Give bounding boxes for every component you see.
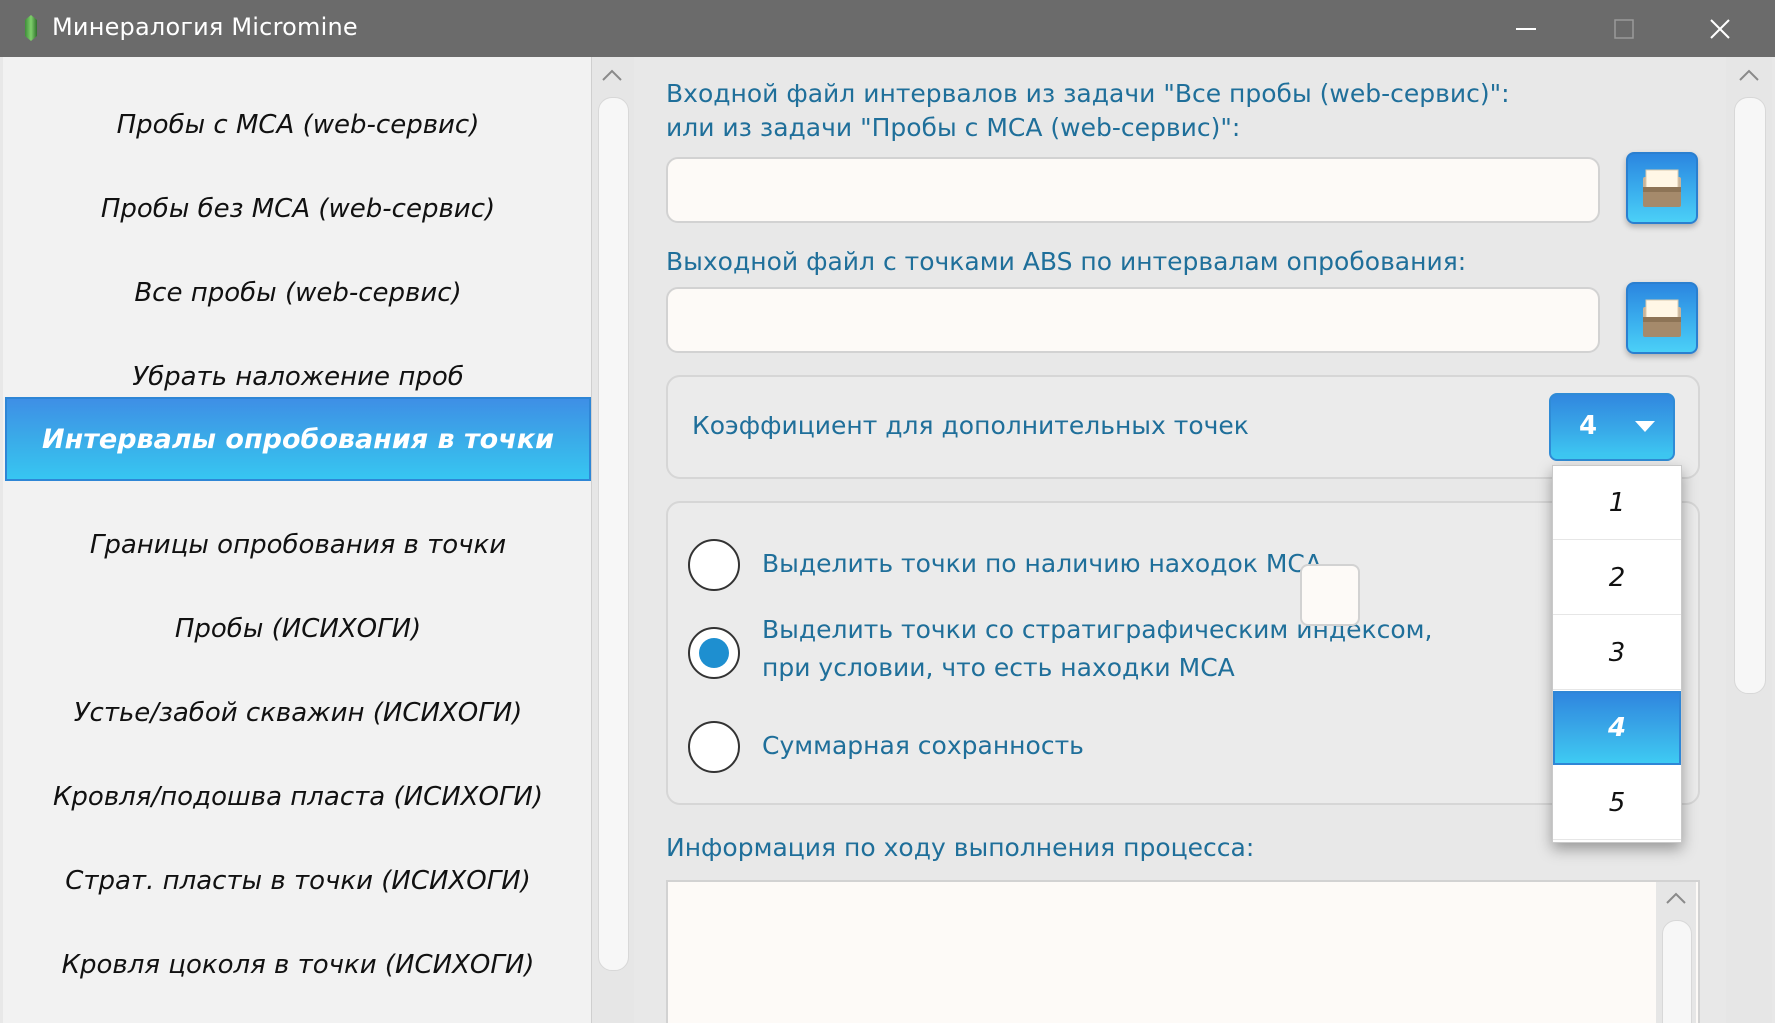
main-scroll-thumb[interactable] bbox=[1734, 97, 1766, 694]
chevron-down-icon bbox=[1635, 421, 1655, 432]
dropdown-option-label: 1 bbox=[1608, 487, 1626, 518]
output-file-label: Выходной файл с точками ABS по интервала… bbox=[666, 247, 1467, 276]
nav-item-label: Убрать наложение проб bbox=[132, 362, 464, 392]
nav-item-sampling-bounds[interactable]: Границы опробования в точки bbox=[5, 504, 591, 586]
output-file-field[interactable] bbox=[666, 287, 1600, 353]
strat-index-field[interactable] bbox=[1300, 564, 1360, 626]
app-window: Минералогия Micromine Пробы с МСА (web-с… bbox=[0, 0, 1775, 1029]
nav-item-label: Интервалы опробования в точки bbox=[42, 423, 554, 455]
nav-item-probes-msa[interactable]: Пробы с МСА (web-сервис) bbox=[5, 84, 591, 166]
input-file-label: Входной файл интервалов из задачи "Все п… bbox=[666, 79, 1510, 108]
dropdown-option-1[interactable]: 1 bbox=[1553, 466, 1681, 540]
info-label: Информация по ходу выполнения процесса: bbox=[666, 833, 1255, 862]
nav-item-label: Кровля/подошва пласта (ИСИХОГИ) bbox=[52, 782, 544, 812]
nav-item-label: Кровля цоколя в точки (ИСИХОГИ) bbox=[61, 950, 535, 980]
main-scrollbar[interactable] bbox=[1726, 57, 1772, 1029]
coefficient-combobox[interactable]: 4 bbox=[1549, 393, 1675, 461]
green-crystal-icon bbox=[24, 15, 38, 45]
progress-info-box[interactable] bbox=[666, 880, 1700, 1029]
task-list-panel: Пробы с МСА (web-сервис) Пробы без МСА (… bbox=[3, 57, 592, 1029]
dropdown-option-label: 2 bbox=[1608, 562, 1626, 593]
input-file-browse-button[interactable] bbox=[1626, 152, 1698, 224]
coefficient-label: Коэффициент для дополнительных точек bbox=[692, 411, 1249, 440]
nav-item-basement-top[interactable]: Кровля цоколя в точки (ИСИХОГИ) bbox=[5, 924, 591, 1006]
maximize-icon bbox=[1614, 18, 1634, 39]
scroll-up-icon bbox=[602, 69, 622, 81]
nav-item-label: Пробы с МСА (web-сервис) bbox=[116, 110, 480, 140]
dropdown-option-label: 5 bbox=[1608, 787, 1626, 818]
window-title: Минералогия Micromine bbox=[52, 13, 358, 41]
dropdown-option-5[interactable]: 5 bbox=[1553, 766, 1681, 840]
output-file-browse-button[interactable] bbox=[1626, 282, 1698, 354]
nav-item-label: Устье/забой скважин (ИСИХОГИ) bbox=[73, 698, 523, 728]
nav-scrollbar[interactable] bbox=[592, 57, 634, 1029]
nav-scroll-thumb[interactable] bbox=[598, 97, 629, 971]
nav-item-probes-isihogi[interactable]: Пробы (ИСИХОГИ) bbox=[5, 588, 591, 670]
option-strat-index-radio[interactable] bbox=[688, 627, 740, 679]
coefficient-dropdown-list: 1 2 3 4 5 bbox=[1552, 465, 1682, 843]
window-bottom-edge bbox=[0, 1023, 1775, 1029]
folder-icon bbox=[1643, 169, 1681, 207]
minimize-button[interactable] bbox=[1478, 0, 1574, 57]
scroll-up-icon bbox=[1739, 69, 1759, 81]
nav-item-label: Страт. пласты в точки (ИСИХОГИ) bbox=[65, 866, 531, 896]
dropdown-option-2[interactable]: 2 bbox=[1553, 541, 1681, 615]
minimize-icon bbox=[1516, 27, 1536, 30]
nav-item-label: Пробы (ИСИХОГИ) bbox=[174, 614, 422, 644]
folder-icon bbox=[1643, 299, 1681, 337]
nav-item-label: Все пробы (web-сервис) bbox=[134, 278, 462, 308]
close-button[interactable] bbox=[1672, 0, 1768, 57]
option-total-preservation-label: Суммарная сохранность bbox=[762, 731, 1084, 760]
dropdown-option-3[interactable]: 3 bbox=[1553, 616, 1681, 690]
input-file-label-2: или из задачи "Пробы с МСА (web-сервис)"… bbox=[666, 113, 1241, 142]
nav-item-label: Пробы без МСА (web-сервис) bbox=[100, 194, 496, 224]
nav-item-probes-no-msa[interactable]: Пробы без МСА (web-сервис) bbox=[5, 168, 591, 250]
coefficient-group: Коэффициент для дополнительных точек bbox=[666, 375, 1700, 479]
nav-item-layer-top-bottom[interactable]: Кровля/подошва пласта (ИСИХОГИ) bbox=[5, 756, 591, 838]
dropdown-option-label: 3 bbox=[1608, 637, 1626, 668]
options-group: Выделить точки по наличию находок МСА Вы… bbox=[666, 501, 1700, 805]
nav-item-strat-layers[interactable]: Страт. пласты в точки (ИСИХОГИ) bbox=[5, 840, 591, 922]
maximize-button[interactable] bbox=[1576, 0, 1672, 57]
nav-item-label: Границы опробования в точки bbox=[89, 530, 507, 560]
option-msa-finds-radio[interactable] bbox=[688, 539, 740, 591]
nav-item-collar-bottom[interactable]: Устье/забой скважин (ИСИХОГИ) bbox=[5, 672, 591, 754]
option-total-preservation-radio[interactable] bbox=[688, 721, 740, 773]
close-icon bbox=[1710, 18, 1730, 39]
dropdown-option-label: 4 bbox=[1607, 713, 1627, 743]
nav-item-all-probes[interactable]: Все пробы (web-сервис) bbox=[5, 252, 591, 334]
title-bar[interactable]: Минералогия Micromine bbox=[0, 0, 1775, 57]
dropdown-option-4[interactable]: 4 bbox=[1553, 691, 1681, 765]
info-scrollbar[interactable] bbox=[1656, 882, 1696, 1029]
scroll-up-icon bbox=[1666, 892, 1686, 904]
radio-selected-dot bbox=[699, 638, 729, 668]
nav-item-intervals-to-points[interactable]: Интервалы опробования в точки bbox=[5, 397, 591, 481]
coefficient-value: 4 bbox=[1579, 411, 1598, 441]
option-strat-index-label-2: при условии, что есть находки МСА bbox=[762, 653, 1235, 682]
info-scroll-thumb[interactable] bbox=[1662, 920, 1692, 1029]
option-msa-finds-label: Выделить точки по наличию находок МСА bbox=[762, 549, 1322, 578]
input-file-field[interactable] bbox=[666, 157, 1600, 223]
